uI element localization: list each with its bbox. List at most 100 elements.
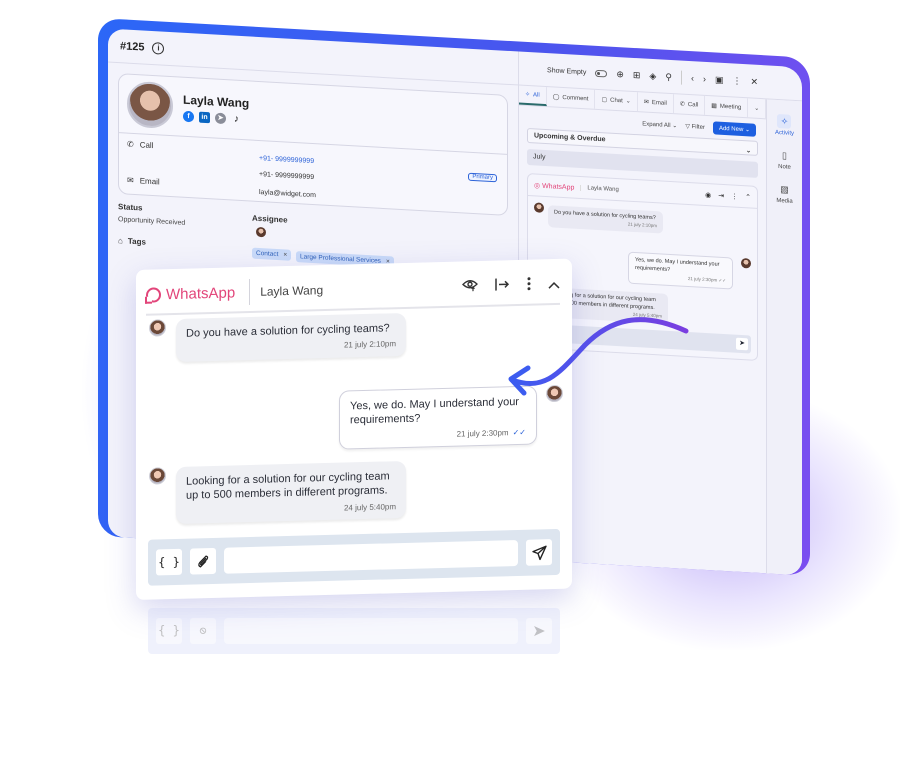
tabs-more-button[interactable]: ⌄ [748,98,767,119]
whatsapp-chat-card: WhatsApp Layla Wang Do you have a soluti… [136,258,572,600]
collapse-icon[interactable]: ⌃ [745,193,751,201]
tab-email[interactable]: ✉ Email [637,92,674,114]
media-icon: ▨ [780,184,789,195]
tab-call[interactable]: ✆ Call [673,94,706,115]
panel-icon[interactable]: ▣ [715,74,724,85]
whatsapp-brand: ◎ WhatsApp [534,181,575,192]
message-bubble: Looking for a solution for our cycling t… [176,460,406,524]
export-icon[interactable]: ⇥ [718,191,724,199]
status-label: Status [118,202,143,213]
chevron-down-icon: ⌄ [745,148,751,155]
tags-label: ⌂ Tags [118,236,146,247]
message-input[interactable] [224,539,518,574]
tag-icon: ⌂ [118,236,123,246]
message-text: Do you have a solution for cycling teams… [186,322,390,340]
show-empty-toggle[interactable] [595,69,608,77]
phone-secondary[interactable]: +91- 9999999999 [259,171,314,181]
assignee-label: Assignee [252,213,288,225]
remove-tag-icon[interactable]: × [283,251,287,258]
show-empty-label: Show Empty [547,66,587,76]
send-icon [531,545,547,560]
chat-contact-name: Layla Wang [260,283,324,299]
layers-icon[interactable]: ◈ [649,70,656,81]
rail-note[interactable]: ▯ Note [778,148,792,171]
status-value[interactable]: Opportunity Received [118,216,185,227]
tag-chip[interactable]: Contact × [252,247,292,261]
chat-header: WhatsApp Layla Wang [146,264,560,316]
message-bubble: Do you have a solution for cycling teams… [548,205,663,235]
card-reflection: { } ⊘ ➤ [136,604,572,654]
phone-icon: ✆ [127,139,134,149]
toolbar-divider [680,70,682,85]
export-icon[interactable] [494,277,510,294]
assignee-avatar[interactable] [256,226,266,238]
note-icon: ▯ [782,150,787,161]
sparkle-icon: ✧ [525,91,531,99]
paperclip-icon [198,555,209,568]
globe-icon[interactable]: ⊕ [616,68,624,79]
message-composer: { } [148,528,560,586]
whatsapp-icon [146,286,161,303]
linkedin-icon[interactable]: in [199,111,210,123]
user-assign-icon[interactable]: ⚲ [665,71,672,82]
tab-all[interactable]: ✧ All [519,85,547,107]
filter-button[interactable]: ▽ Filter [685,122,705,130]
tab-comment[interactable]: ◯ Comment [546,87,596,109]
tab-chat[interactable]: ▢ Chat ⌄ [595,89,638,112]
add-new-button[interactable]: Add New ⌄ [712,120,756,137]
send-button[interactable] [526,539,552,566]
tab-meeting[interactable]: ▦ Meeting [705,95,749,118]
send-icon[interactable]: ➤ [736,337,748,351]
variables-button-reflection: { } [156,618,182,644]
chevron-left-icon[interactable]: ‹ [691,73,694,83]
message-bubble: Yes, we do. May I understand your requir… [339,385,537,450]
read-receipt-icon: ✓✓ [512,427,526,437]
watch-icon[interactable]: ◉ [705,190,711,198]
call-label: ✆ Call [127,139,154,151]
activity-icon: ✧ [777,113,792,129]
message-text: Looking for a solution for our cycling t… [186,470,390,502]
side-rail: ✧ Activity ▯ Note ▨ Media [766,99,802,576]
contact-avatar [127,80,173,130]
facebook-icon[interactable]: f [183,110,194,122]
comment-icon: ◯ [552,94,560,101]
input-reflection [224,618,518,644]
message-bubble: Do you have a solution for cycling teams… [176,312,406,362]
message-time: 24 july 5:40pm [343,501,396,513]
agent-avatar [741,257,751,269]
rail-media[interactable]: ▨ Media [776,182,792,205]
paperclip-icon: ⊘ [190,618,216,644]
chevron-right-icon[interactable]: › [703,74,706,84]
attach-button[interactable] [190,547,216,575]
chevron-down-icon: ⌄ [625,98,631,105]
variables-button[interactable]: { } [156,548,182,576]
hierarchy-icon[interactable]: ⊞ [633,69,641,80]
info-icon[interactable]: i [152,41,165,55]
agent-avatar [546,384,563,403]
ticket-id: #125 [120,39,145,54]
tiktok-icon[interactable]: ♪ [231,113,242,125]
contact-avatar [534,202,544,213]
collapse-icon[interactable] [548,276,560,291]
send-icon: ➤ [526,618,552,644]
more-icon[interactable]: ⋮ [732,75,741,87]
whatsapp-brand: WhatsApp [146,284,249,304]
telegram-icon[interactable]: ➤ [215,112,226,124]
message-time: 21 july 2:30pm [456,427,509,439]
primary-badge: Primary [468,172,497,183]
expand-all-button[interactable]: Expand All ⌄ [642,120,677,129]
watch-icon[interactable] [462,278,478,295]
email-value[interactable]: layla@widget.com [259,189,316,199]
calendar-icon: ▦ [711,103,717,110]
close-icon[interactable]: ✕ [750,76,758,87]
phone-primary[interactable]: +91- 9999999999 [259,155,314,165]
contact-avatar [149,319,166,337]
header-divider [249,279,251,306]
contact-name: Layla Wang [183,92,250,110]
rail-activity[interactable]: ✧ Activity [775,113,794,137]
mail-icon: ✉ [127,175,134,185]
more-icon[interactable]: ⋮ [731,192,738,200]
message-time: 21 july 2:10pm [343,339,396,350]
phone-icon: ✆ [679,101,685,108]
more-icon[interactable] [526,276,532,293]
